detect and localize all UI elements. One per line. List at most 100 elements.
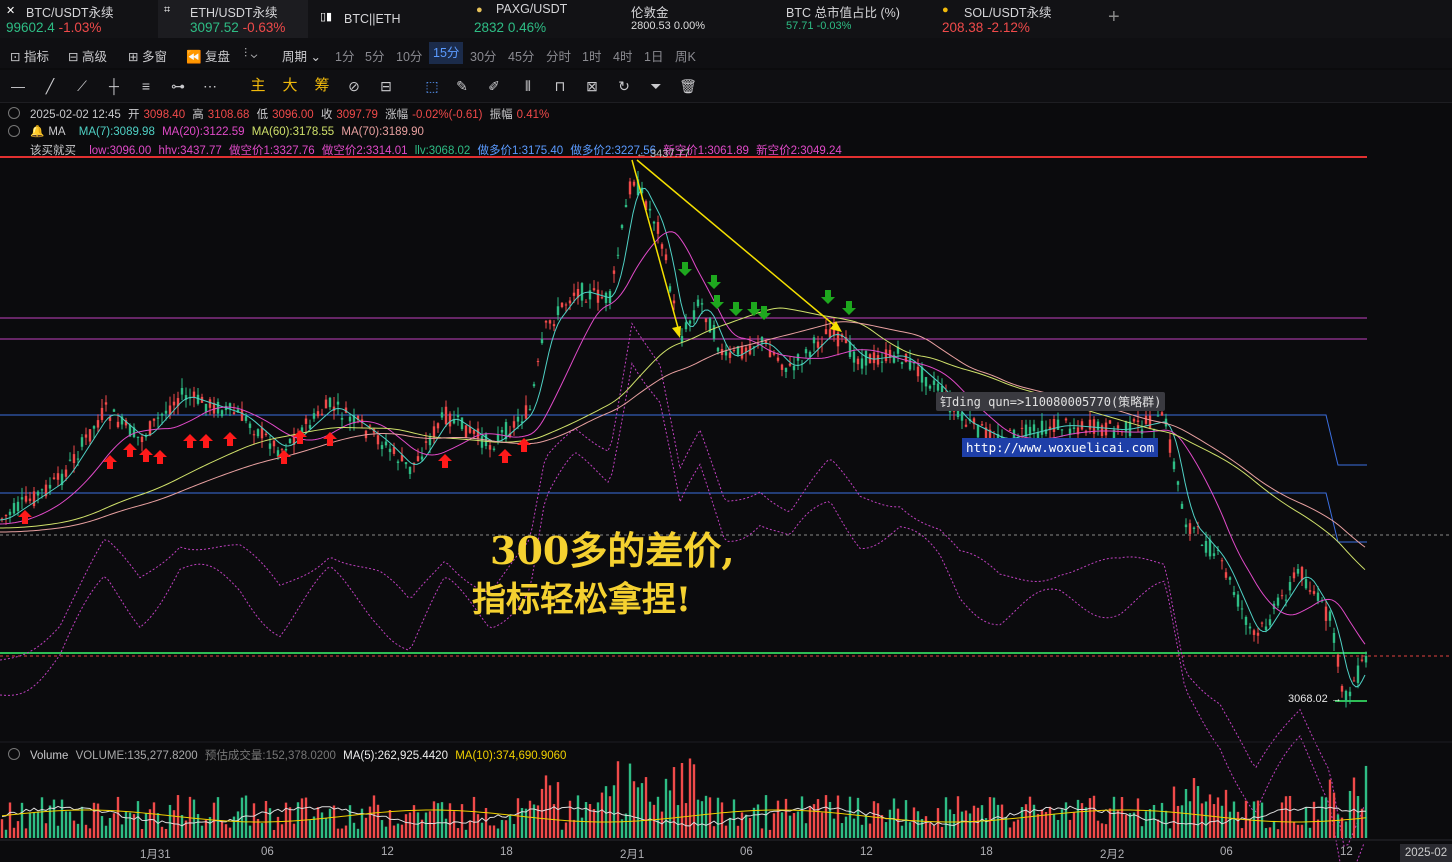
- candle-body: [196, 394, 200, 404]
- volume-bar: [592, 808, 596, 838]
- volume-bar: [112, 813, 116, 838]
- buy-arrow-icon: [103, 455, 117, 469]
- volume-bar: [736, 825, 740, 838]
- candle-body: [256, 429, 260, 437]
- volume-bar: [1348, 790, 1352, 838]
- volume-bar: [268, 808, 272, 838]
- volume-bar: [20, 802, 24, 838]
- volume-bar: [732, 799, 736, 838]
- candle-body: [228, 403, 232, 409]
- volume-bar: [864, 814, 868, 838]
- candle-body: [12, 503, 16, 514]
- candle-body: [852, 351, 856, 363]
- volume-bar: [904, 800, 908, 838]
- volume-bar: [1096, 820, 1100, 838]
- volume-bar: [1196, 786, 1200, 838]
- buy-arrow-icon: [153, 450, 167, 464]
- volume-bar: [136, 801, 140, 838]
- volume-bar: [608, 796, 612, 838]
- candle-body: [540, 338, 544, 344]
- candle-body: [1168, 439, 1172, 453]
- candle-body: [416, 456, 420, 462]
- candle-body: [92, 426, 96, 429]
- volume-bar: [1344, 821, 1348, 838]
- candle-body: [1124, 421, 1128, 433]
- volume-bar: [196, 814, 200, 838]
- volume-bar: [352, 822, 356, 838]
- volume-bar: [472, 796, 476, 838]
- volume-bar: [624, 813, 628, 838]
- candle-body: [348, 416, 352, 422]
- candle-body: [264, 433, 268, 436]
- volume-collapse-icon[interactable]: [8, 748, 20, 760]
- volume-bar: [856, 797, 860, 838]
- watermark-contact: 钉ding qun=>110080005770(策略群): [936, 392, 1166, 411]
- volume-bar: [1260, 802, 1264, 838]
- watermark-url[interactable]: http://www.woxuelicai.com: [962, 438, 1159, 457]
- volume-bar: [768, 829, 772, 838]
- volume-bar: [156, 813, 160, 838]
- candle-body: [304, 418, 308, 424]
- volume-bar: [884, 822, 888, 838]
- volume-bar: [300, 798, 304, 838]
- volume-bar: [964, 810, 968, 838]
- volume-bar: [200, 825, 204, 838]
- volume-bar: [1256, 800, 1260, 838]
- candle-body: [232, 412, 236, 414]
- ohlc-readout: 2025-02-02 12:45 开 3098.40 高 3108.68 低 3096…: [30, 109, 550, 121]
- volume-bar: [308, 820, 312, 838]
- candle-body: [368, 425, 372, 427]
- volume-bar: [832, 818, 836, 838]
- candle-body: [964, 424, 968, 427]
- volume-bar: [596, 802, 600, 838]
- volume-bar: [876, 803, 880, 838]
- volume-bar: [948, 809, 952, 838]
- volume-bar: [1216, 797, 1220, 838]
- volume-bar: [424, 812, 428, 838]
- volume-bar: [1092, 795, 1096, 838]
- volume-bar: [68, 811, 72, 838]
- volume-bar: [748, 818, 752, 838]
- volume-bar: [396, 823, 400, 838]
- candle-body: [680, 336, 684, 343]
- volume-bar: [664, 778, 668, 838]
- volume-bar: [544, 775, 548, 838]
- candle-body: [1308, 590, 1312, 592]
- collapse-icon[interactable]: [8, 107, 20, 119]
- candle-body: [688, 320, 692, 324]
- volume-bar: [72, 820, 76, 838]
- candle-body: [324, 399, 328, 409]
- candle-body: [424, 441, 428, 443]
- candle-body: [792, 365, 796, 371]
- candle-body: [1052, 419, 1056, 432]
- volume-bar: [1148, 809, 1152, 838]
- volume-bar: [132, 814, 136, 838]
- candle-body: [252, 434, 256, 436]
- candle-body: [328, 397, 332, 408]
- volume-bar: [712, 826, 716, 838]
- candle-body: [148, 421, 152, 436]
- volume-bar: [1204, 801, 1208, 838]
- volume-bar: [288, 807, 292, 838]
- ma-collapse-icon[interactable]: [8, 125, 20, 137]
- annotation-title: 300多的差价,: [490, 528, 735, 573]
- volume-bar: [1268, 827, 1272, 838]
- candle-body: [612, 270, 616, 274]
- candle-body: [924, 377, 928, 387]
- volume-bar: [944, 797, 948, 838]
- volume-bar: [1292, 822, 1296, 838]
- volume-bar: [644, 777, 648, 838]
- candle-body: [1176, 481, 1180, 485]
- candle-body: [492, 448, 496, 450]
- candle-body: [600, 297, 604, 299]
- candle-body: [1200, 544, 1204, 546]
- candle-body: [1072, 427, 1076, 429]
- candle-body: [180, 388, 184, 395]
- volume-bar: [888, 809, 892, 838]
- buy-arrow-icon: [323, 432, 337, 446]
- candle-body: [552, 324, 556, 327]
- candle-body: [604, 292, 608, 304]
- volume-bar: [1064, 802, 1068, 838]
- candle-body: [312, 413, 316, 419]
- volume-bar: [808, 807, 812, 838]
